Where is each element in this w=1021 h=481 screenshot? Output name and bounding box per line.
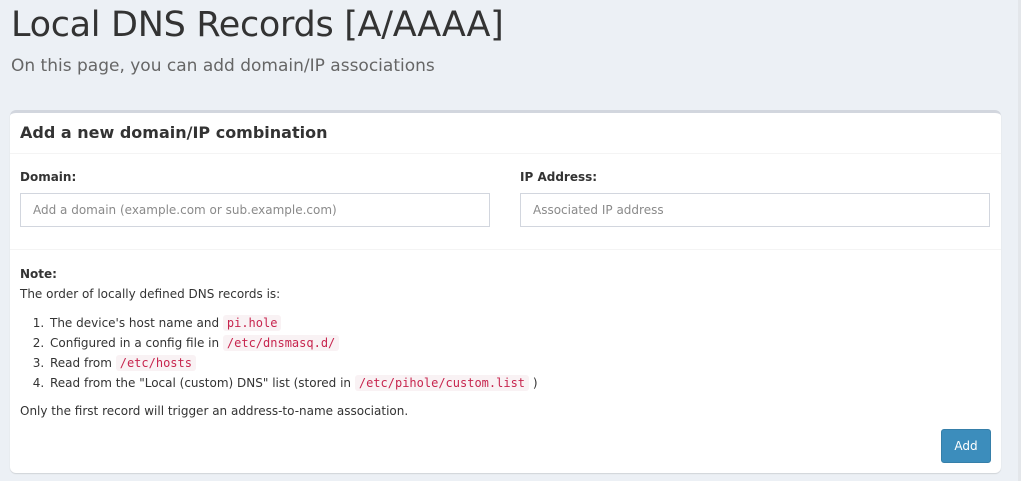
ip-group: IP Address: xyxy=(520,169,990,227)
note-section: Note: The order of locally defined DNS r… xyxy=(10,250,1001,421)
add-button[interactable]: Add xyxy=(941,429,991,463)
list-item-text: Configured in a config file in xyxy=(50,336,223,350)
ip-label: IP Address: xyxy=(520,170,598,184)
box-header: Add a new domain/IP combination xyxy=(10,113,1001,154)
list-item: The device's host name and pi.hole xyxy=(48,313,991,333)
code-snippet: pi.hole xyxy=(222,315,282,331)
ip-input[interactable] xyxy=(520,193,990,227)
list-item-suffix: ) xyxy=(532,376,538,390)
dns-order-list: The device's host name and pi.hole Confi… xyxy=(48,313,991,393)
domain-input[interactable] xyxy=(20,193,490,227)
domain-label: Domain: xyxy=(20,170,77,184)
box-title: Add a new domain/IP combination xyxy=(20,123,328,142)
list-item: Read from the "Local (custom) DNS" list … xyxy=(48,373,991,393)
list-item: Read from /etc/hosts xyxy=(48,353,991,373)
code-snippet: /etc/hosts xyxy=(115,355,196,371)
domain-group: Domain: xyxy=(20,169,490,227)
list-item-text: Read from xyxy=(50,356,116,370)
list-item-text: Read from the "Local (custom) DNS" list … xyxy=(50,376,355,390)
list-item: Configured in a config file in /etc/dnsm… xyxy=(48,333,991,353)
content-header: Local DNS Records [A/AAAA] On this page,… xyxy=(11,0,504,77)
add-record-box: Add a new domain/IP combination Domain: … xyxy=(10,110,1001,473)
note-footer: Only the first record will trigger an ad… xyxy=(20,404,409,418)
record-form: Domain: IP Address: xyxy=(10,154,1001,250)
page-subtitle: On this page, you can add domain/IP asso… xyxy=(11,56,435,76)
code-snippet: /etc/dnsmasq.d/ xyxy=(222,335,340,351)
note-intro: The order of locally defined DNS records… xyxy=(20,287,281,301)
page-title: Local DNS Records [A/AAAA] xyxy=(11,5,504,45)
list-item-text: The device's host name and xyxy=(50,316,223,330)
code-snippet: /etc/pihole/custom.list xyxy=(354,375,530,391)
note-title: Note: xyxy=(20,267,57,281)
